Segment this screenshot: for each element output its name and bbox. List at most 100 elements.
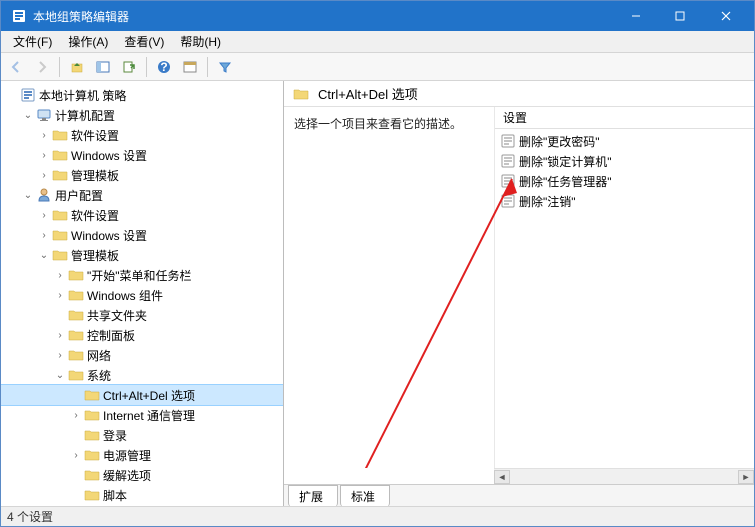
tree-label: 本地计算机 策略	[39, 87, 126, 104]
tree-label: 计算机配置	[55, 107, 115, 124]
menu-action[interactable]: 操作(A)	[60, 31, 116, 52]
chevron-right-icon[interactable]: ›	[37, 130, 51, 141]
up-button[interactable]	[66, 56, 88, 78]
setting-item[interactable]: 删除"更改密码"	[495, 131, 754, 151]
tree-node-start_taskbar[interactable]: › "开始"菜单和任务栏	[1, 265, 283, 285]
setting-item[interactable]: 删除"注销"	[495, 191, 754, 211]
setting-icon	[501, 154, 515, 168]
forward-button[interactable]	[31, 56, 53, 78]
folder-icon	[52, 167, 68, 183]
folder-icon	[68, 307, 84, 323]
tab-standard[interactable]: 标准	[340, 485, 390, 506]
tree-node-system[interactable]: ⌄系统	[1, 365, 283, 385]
chevron-right-icon[interactable]: ›	[37, 210, 51, 221]
tree-node-user_templates[interactable]: ⌄ 管理模板	[1, 245, 283, 265]
properties-button[interactable]	[179, 56, 201, 78]
app-icon	[11, 8, 27, 24]
chevron-down-icon[interactable]: ⌄	[21, 190, 35, 201]
back-button[interactable]	[5, 56, 27, 78]
export-list-button[interactable]	[118, 56, 140, 78]
help-button[interactable]: ?	[153, 56, 175, 78]
minimize-button[interactable]	[614, 1, 658, 31]
content-title: Ctrl+Alt+Del 选项	[318, 84, 418, 103]
tree-node-comp_templates[interactable]: ›管理模板	[1, 165, 283, 185]
tree-label: 软件设置	[71, 127, 119, 144]
setting-icon	[501, 134, 515, 148]
tree-pane[interactable]: ›本地计算机 策略⌄计算机配置›软件设置›Windows 设置›管理模板⌄用户配…	[1, 81, 284, 506]
tree-label: Windows 设置	[71, 147, 147, 164]
chevron-right-icon[interactable]: ›	[69, 410, 83, 421]
tree-label: Windows 组件	[87, 287, 163, 304]
scroll-right-button[interactable]: ►	[738, 470, 754, 484]
tree-node-comp_software[interactable]: › 软件设置	[1, 125, 283, 145]
chevron-right-icon[interactable]: ›	[37, 150, 51, 161]
tree-node-computer[interactable]: ⌄ 计算机配置	[1, 105, 283, 125]
statusbar: 4 个设置	[1, 506, 754, 526]
tree-node-internet_mgmt[interactable]: ›Internet 通信管理	[1, 405, 283, 425]
chevron-right-icon[interactable]: ›	[53, 350, 67, 361]
tree-node-mitigation[interactable]: ›缓解选项	[1, 465, 283, 485]
content-pane: Ctrl+Alt+Del 选项 选择一个项目来查看它的描述。 设置 删除"更改密…	[284, 81, 754, 506]
menu-help[interactable]: 帮助(H)	[172, 31, 229, 52]
show-hide-tree-button[interactable]	[92, 56, 114, 78]
chevron-right-icon[interactable]: ›	[69, 450, 83, 461]
folder-icon	[52, 127, 68, 143]
tree-node-user[interactable]: ⌄用户配置	[1, 185, 283, 205]
folder-icon	[68, 327, 84, 343]
folder-icon	[293, 86, 309, 102]
folder-icon	[52, 147, 68, 163]
column-header-setting[interactable]: 设置	[495, 107, 754, 129]
content-body: 选择一个项目来查看它的描述。 设置 删除"更改密码" 删除"锁定计算机"删除"任务…	[284, 107, 754, 468]
tree-label: 缓解选项	[103, 467, 151, 484]
tree-label: 管理模板	[71, 247, 119, 264]
description-text: 选择一个项目来查看它的描述。	[294, 117, 462, 131]
chevron-right-icon[interactable]: ›	[37, 170, 51, 181]
tree-node-login[interactable]: ›登录	[1, 425, 283, 445]
tab-extended[interactable]: 扩展	[288, 485, 338, 506]
tree-node-comp_windows[interactable]: › Windows 设置	[1, 145, 283, 165]
chevron-right-icon[interactable]: ›	[37, 230, 51, 241]
folder-icon	[84, 447, 100, 463]
chevron-right-icon[interactable]: ›	[53, 330, 67, 341]
tree-node-user_windows[interactable]: ›Windows 设置	[1, 225, 283, 245]
tree-node-root[interactable]: ›本地计算机 策略	[1, 85, 283, 105]
folder-icon	[36, 107, 52, 123]
folder-icon	[68, 287, 84, 303]
filter-button[interactable]	[214, 56, 236, 78]
menu-file[interactable]: 文件(F)	[5, 31, 60, 52]
folder-icon	[84, 407, 100, 423]
tree-node-control_panel[interactable]: ›控制面板	[1, 325, 283, 345]
folder-icon	[68, 367, 84, 383]
folder-icon	[68, 347, 84, 363]
scroll-left-button[interactable]: ◄	[494, 470, 510, 484]
chevron-down-icon[interactable]: ⌄	[53, 370, 67, 381]
setting-item[interactable]: 删除"锁定计算机"	[495, 151, 754, 171]
folder-icon	[84, 387, 100, 403]
horizontal-scrollbar[interactable]: ◄ ►	[494, 468, 754, 484]
tree-node-win_components[interactable]: › Windows 组件	[1, 285, 283, 305]
chevron-right-icon[interactable]: ›	[53, 290, 67, 301]
chevron-right-icon[interactable]: ›	[53, 270, 67, 281]
tree-label: Ctrl+Alt+Del 选项	[103, 387, 195, 404]
tree-node-shared_folders[interactable]: ›共享文件夹	[1, 305, 283, 325]
tree-label: 脚本	[103, 487, 127, 504]
tree-node-network[interactable]: ›网络	[1, 345, 283, 365]
folder-icon	[84, 487, 100, 503]
tree-label: 软件设置	[71, 207, 119, 224]
tree-node-ctrl_alt_del[interactable]: ›Ctrl+Alt+Del 选项	[1, 385, 283, 405]
tree-label: 电源管理	[103, 447, 151, 464]
tree-node-user_software[interactable]: › 软件设置	[1, 205, 283, 225]
tree-node-power_mgmt[interactable]: › 电源管理	[1, 445, 283, 465]
setting-label: 删除"更改密码"	[519, 133, 600, 150]
toolbar-separator	[59, 57, 60, 77]
chevron-down-icon[interactable]: ⌄	[21, 110, 35, 121]
menu-view[interactable]: 查看(V)	[116, 31, 172, 52]
tree-node-scripts[interactable]: ›脚本	[1, 485, 283, 505]
close-button[interactable]	[702, 1, 750, 31]
setting-label: 删除"锁定计算机"	[519, 153, 612, 170]
tree-label: "开始"菜单和任务栏	[87, 267, 192, 284]
folder-icon	[52, 247, 68, 263]
setting-item[interactable]: 删除"任务管理器"	[495, 171, 754, 191]
maximize-button[interactable]	[658, 1, 702, 31]
chevron-down-icon[interactable]: ⌄	[37, 250, 51, 261]
